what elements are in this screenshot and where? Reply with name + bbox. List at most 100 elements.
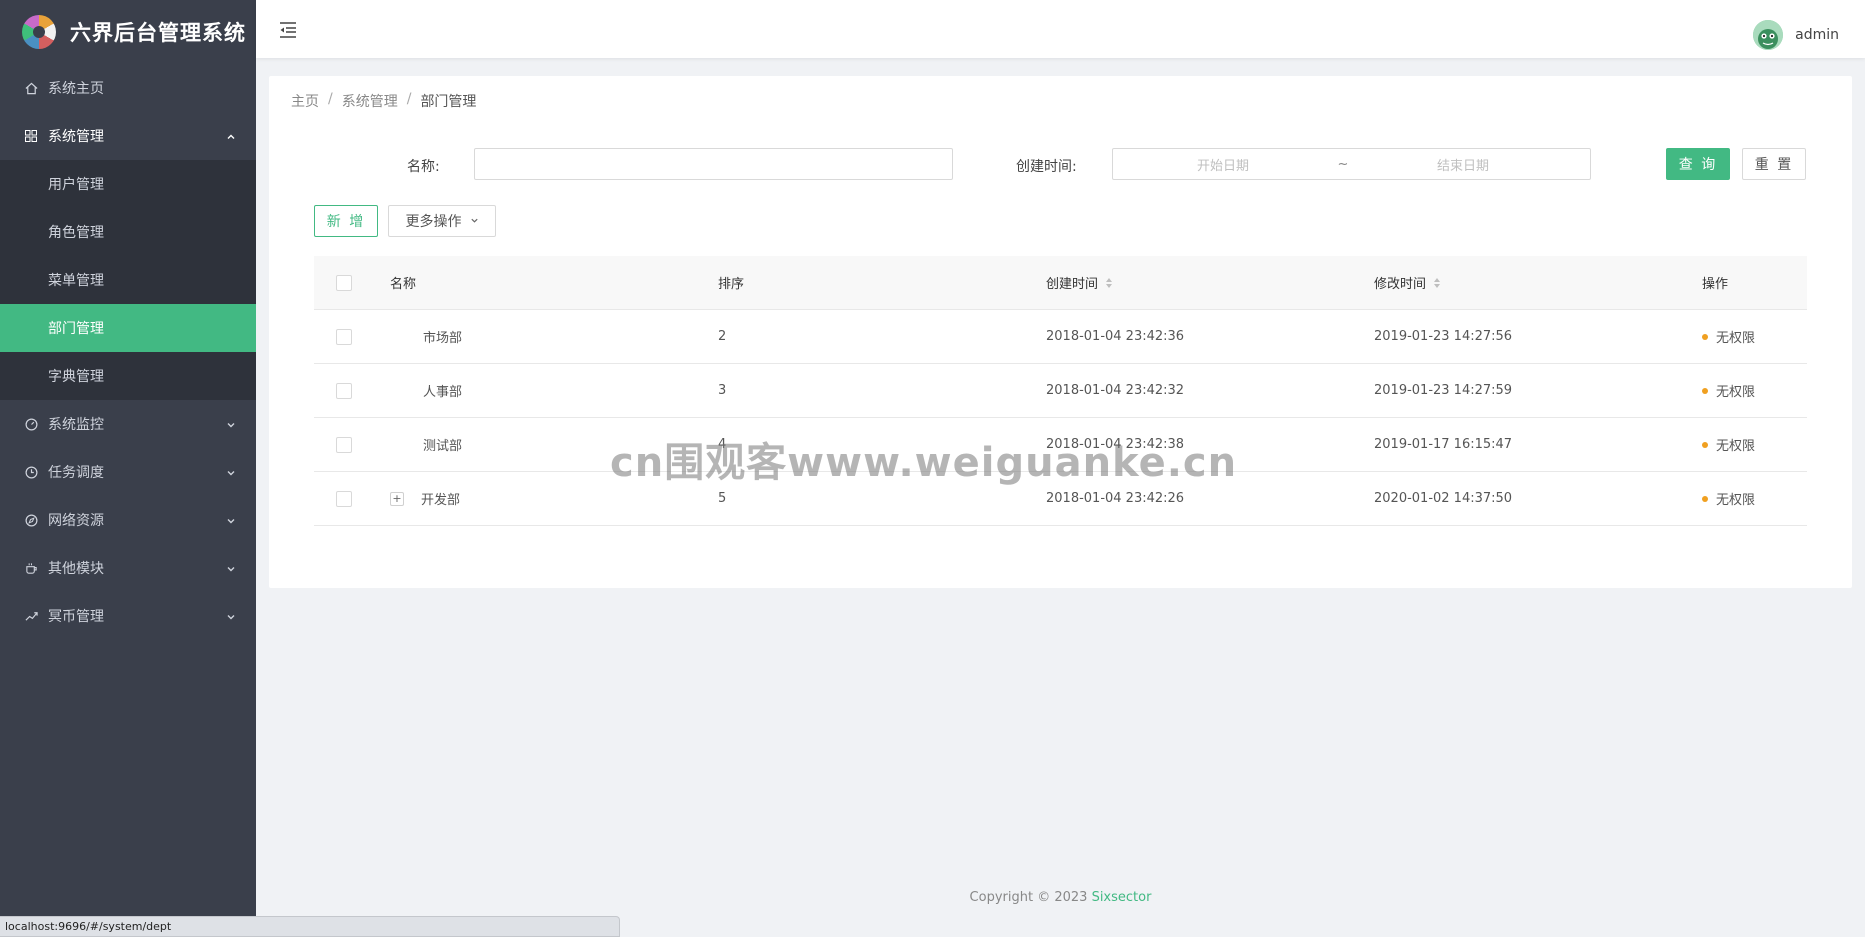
dept-action: 无权限 (1702, 381, 1807, 400)
sidebar-item-system[interactable]: 系统管理 (0, 112, 256, 160)
name-label: 名称: (407, 159, 440, 175)
browser-status-url: localhost:9696/#/system/dept (0, 916, 620, 937)
dept-modified: 2020-01-02 14:37:50 (1374, 491, 1513, 506)
username: admin (1795, 27, 1839, 43)
dept-modified: 2019-01-17 16:15:47 (1374, 437, 1513, 452)
column-header-actions: 操作 (1702, 277, 1729, 292)
clock-icon (24, 465, 38, 479)
sidebar-item-other[interactable]: 其他模块 (0, 544, 256, 592)
dept-action: 无权限 (1702, 435, 1807, 454)
table-header: 名称 排序 创建时间 修改时间 操作 (314, 256, 1807, 310)
column-header-name: 名称 (390, 277, 417, 292)
column-header-order: 排序 (718, 277, 745, 292)
sidebar-item-label: 网络资源 (48, 513, 104, 529)
sidebar-item-dept[interactable]: 部门管理 (0, 304, 256, 352)
brand-link[interactable]: Sixsector (1092, 890, 1152, 905)
breadcrumb-separator: / (328, 91, 333, 107)
sidebar-item-dict[interactable]: 字典管理 (0, 352, 256, 400)
breadcrumb-current: 部门管理 (420, 94, 477, 110)
more-actions-dropdown[interactable]: 更多操作 (388, 205, 496, 237)
dept-name: 测试部 (423, 439, 463, 454)
user-menu[interactable]: admin (1753, 20, 1839, 50)
dept-name: 开发部 (421, 493, 461, 508)
start-date-input[interactable]: 开始日期 (1113, 155, 1333, 174)
dept-modified: 2019-01-23 14:27:56 (1374, 329, 1513, 344)
chevron-down-icon (226, 466, 236, 482)
column-header-label: 创建时间 (1046, 277, 1099, 292)
sidebar-item-label: 系统管理 (48, 129, 104, 145)
column-header-modified[interactable]: 修改时间 (1374, 273, 1702, 292)
sort-icon[interactable] (1106, 277, 1113, 288)
dept-name: 人事部 (423, 385, 463, 400)
dept-order: 4 (718, 437, 727, 452)
menu-fold-icon[interactable] (278, 20, 298, 40)
action-label: 无权限 (1716, 439, 1756, 454)
top-header: admin (256, 0, 1865, 58)
dept-card: 主页 / 系统管理 / 部门管理 名称: 创建时间: 开始日期 ~ 结束日期 查… (269, 76, 1852, 588)
home-icon (24, 81, 38, 95)
reset-button[interactable]: 重 置 (1742, 148, 1806, 180)
copyright-text: Copyright © 2023 (969, 890, 1088, 905)
query-button[interactable]: 查 询 (1666, 148, 1730, 180)
dept-created: 2018-01-04 23:42:32 (1046, 383, 1185, 398)
dept-action: 无权限 (1702, 327, 1807, 346)
select-all-checkbox[interactable] (336, 274, 352, 291)
add-button[interactable]: 新 增 (314, 205, 378, 237)
avatar (1753, 20, 1784, 50)
status-dot-icon (1702, 441, 1708, 448)
sidebar-item-label: 任务调度 (48, 465, 104, 481)
sidebar-item-menus[interactable]: 菜单管理 (0, 256, 256, 304)
sidebar-item-users[interactable]: 用户管理 (0, 160, 256, 208)
row-checkbox[interactable] (336, 328, 352, 345)
breadcrumb-system[interactable]: 系统管理 (342, 91, 398, 111)
chevron-down-icon (226, 610, 236, 626)
sidebar: 六界后台管理系统 系统主页 系统管理 用户管理 角色管理 菜单管理 部门管理 字… (0, 0, 256, 937)
date-range-picker[interactable]: 开始日期 ~ 结束日期 (1112, 148, 1591, 180)
dept-action: 无权限 (1702, 489, 1807, 508)
row-checkbox[interactable] (336, 490, 352, 507)
row-checkbox[interactable] (336, 382, 352, 399)
dept-created: 2018-01-04 23:42:38 (1046, 437, 1185, 452)
expand-row-icon[interactable]: + (390, 491, 404, 506)
action-label: 无权限 (1716, 331, 1756, 346)
chevron-down-icon (226, 418, 236, 434)
sidebar-item-roles[interactable]: 角色管理 (0, 208, 256, 256)
sidebar-item-currency[interactable]: 冥币管理 (0, 592, 256, 640)
dept-order: 2 (718, 329, 727, 344)
dashboard-icon (24, 417, 38, 431)
sidebar-item-label: 系统主页 (48, 81, 104, 97)
table-row: 测试部 4 2018-01-04 23:42:38 2019-01-17 16:… (314, 418, 1807, 472)
dept-created: 2018-01-04 23:42:26 (1046, 491, 1185, 506)
dept-created: 2018-01-04 23:42:36 (1046, 329, 1185, 344)
logo-icon (22, 15, 56, 49)
chevron-down-icon (226, 562, 236, 578)
line-chart-icon (24, 609, 38, 623)
dept-order: 5 (718, 491, 727, 506)
sidebar-item-home[interactable]: 系统主页 (0, 64, 256, 112)
row-checkbox[interactable] (336, 436, 352, 453)
system-submenu: 用户管理 角色管理 菜单管理 部门管理 字典管理 (0, 160, 256, 400)
sort-icon[interactable] (1434, 277, 1441, 288)
sidebar-item-monitor[interactable]: 系统监控 (0, 400, 256, 448)
dept-table: 名称 排序 创建时间 修改时间 操作 市场部 2 2018-01-04 23:4… (314, 256, 1807, 526)
range-separator: ~ (1337, 156, 1349, 172)
breadcrumb-home[interactable]: 主页 (291, 91, 319, 111)
table-row: + 开发部 5 2018-01-04 23:42:26 2020-01-02 14… (314, 472, 1807, 526)
sidebar-menu: 系统主页 系统管理 用户管理 角色管理 菜单管理 部门管理 字典管理 系统监控 (0, 64, 256, 640)
table-row: 市场部 2 2018-01-04 23:42:36 2019-01-23 14:… (314, 310, 1807, 364)
sidebar-item-label: 其他模块 (48, 561, 104, 577)
breadcrumb-separator: / (406, 91, 412, 107)
sidebar-item-network[interactable]: 网络资源 (0, 496, 256, 544)
logo[interactable]: 六界后台管理系统 (0, 0, 256, 64)
status-dot-icon (1702, 387, 1708, 394)
name-input[interactable] (474, 148, 953, 180)
sidebar-item-jobs[interactable]: 任务调度 (0, 448, 256, 496)
end-date-input[interactable]: 结束日期 (1353, 155, 1573, 174)
compass-icon (24, 513, 38, 527)
column-header-created[interactable]: 创建时间 (1046, 273, 1374, 292)
dept-name: 市场部 (423, 331, 463, 346)
dept-modified: 2019-01-23 14:27:59 (1374, 383, 1513, 398)
chevron-up-icon (226, 130, 236, 146)
action-label: 无权限 (1716, 385, 1756, 400)
table-row: 人事部 3 2018-01-04 23:42:32 2019-01-23 14:… (314, 364, 1807, 418)
